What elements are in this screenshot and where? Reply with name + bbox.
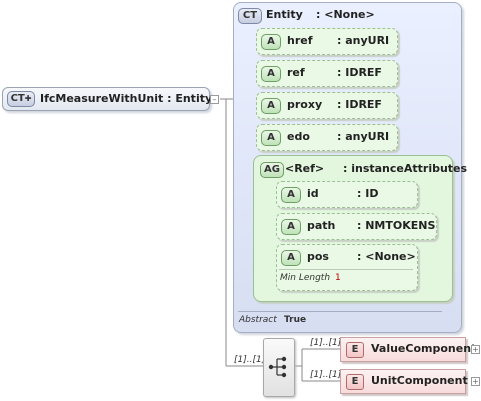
attribute-edo[interactable]: A edo : anyURI <box>256 124 398 151</box>
facet-label: Min Length <box>280 273 331 283</box>
attribute-proxy[interactable]: A proxy : IDREF <box>256 92 398 119</box>
attribute-badge: A <box>261 66 281 82</box>
root-complex-type[interactable]: CT✚ IfcMeasureWithUnit : Entity <box>2 87 213 111</box>
choice-compositor[interactable] <box>263 338 295 397</box>
attribute-name: id <box>307 187 319 200</box>
attribute-type: : anyURI <box>337 130 390 143</box>
attribute-pos[interactable]: A pos : <None> Min Length 1 <box>276 244 418 291</box>
entity-name: Entity <box>266 8 303 21</box>
attribute-badge: A <box>261 130 281 146</box>
choice-compositor-icon <box>268 356 287 378</box>
root-label: IfcMeasureWithUnit : Entity <box>40 92 213 105</box>
facet-separator <box>279 269 413 270</box>
entity-type: : <None> <box>316 8 375 21</box>
facet-value: 1 <box>335 273 341 283</box>
complex-type-badge: CT <box>238 8 262 24</box>
attribute-type: : NMTOKENS <box>357 219 436 232</box>
attribute-name: pos <box>307 250 329 263</box>
attribute-name: path <box>307 219 336 232</box>
element-unit-component[interactable]: E UnitComponent <box>340 369 468 394</box>
attribute-group-name: <Ref> <box>285 162 325 175</box>
attribute-type: : IDREF <box>337 66 382 79</box>
element-name: UnitComponent <box>371 374 468 387</box>
plus-box-icon[interactable]: + <box>471 377 480 386</box>
attribute-name: href <box>287 34 313 47</box>
attribute-name: ref <box>287 66 305 79</box>
element-occurrence: [1]..[1] <box>310 338 342 348</box>
attribute-ref[interactable]: A ref : IDREF <box>256 60 398 87</box>
attribute-name: proxy <box>287 98 323 111</box>
plus-box-icon[interactable]: + <box>471 345 480 354</box>
abstract-value: True <box>284 315 307 325</box>
attribute-type: : ID <box>357 187 379 200</box>
choice-occurrence: [1]..[1] <box>234 355 266 365</box>
attribute-type: : <None> <box>357 250 416 263</box>
attribute-type: : IDREF <box>337 98 382 111</box>
minus-box-icon[interactable]: – <box>210 95 219 104</box>
complex-type-badge: CT✚ <box>7 91 35 107</box>
attribute-type: : anyURI <box>337 34 390 47</box>
attribute-badge: A <box>281 187 301 203</box>
attribute-group-type: : instanceAttributes <box>343 162 468 175</box>
element-occurrence: [1]..[1] <box>310 370 342 380</box>
abstract-label: Abstract <box>239 315 277 325</box>
attribute-badge: A <box>261 98 281 114</box>
attribute-href[interactable]: A href : anyURI <box>256 28 398 55</box>
element-value-component[interactable]: E ValueComponent <box>340 337 476 362</box>
attribute-path[interactable]: A path : NMTOKENS <box>276 213 437 240</box>
attribute-id[interactable]: A id : ID <box>276 181 418 208</box>
attribute-badge: A <box>261 34 281 50</box>
attribute-group-badge: AG <box>260 162 284 178</box>
attribute-badge: A <box>281 219 301 235</box>
element-badge: E <box>346 342 364 358</box>
attribute-name: edo <box>287 130 310 143</box>
attribute-badge: A <box>281 250 301 266</box>
separator <box>238 311 442 312</box>
element-name: ValueComponent <box>371 342 477 355</box>
element-badge: E <box>346 374 364 390</box>
